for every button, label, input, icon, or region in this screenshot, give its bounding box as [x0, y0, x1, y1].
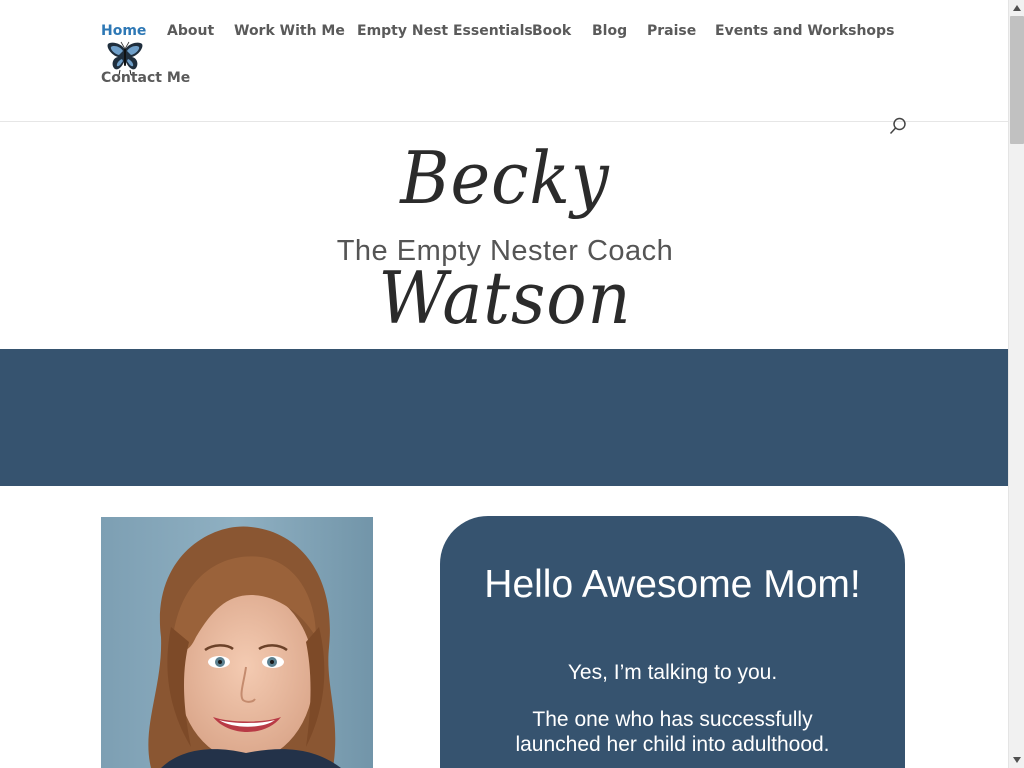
scrollbar-thumb[interactable]	[1010, 16, 1024, 144]
nav-item-blog[interactable]: Blog	[592, 22, 627, 40]
nav-item-praise[interactable]: Praise	[647, 22, 696, 40]
welcome-title: Hello Awesome Mom!	[484, 563, 861, 606]
portrait-photo	[101, 517, 373, 768]
scroll-down-arrow-icon[interactable]	[1009, 752, 1024, 768]
nav-item-empty-nest-essentials[interactable]: Empty Nest Essentials	[357, 22, 533, 40]
butterfly-icon[interactable]	[106, 40, 144, 76]
vertical-scrollbar[interactable]	[1008, 0, 1024, 768]
welcome-subtitle: Yes, I’m talking to you.	[567, 661, 778, 684]
search-icon[interactable]	[888, 116, 908, 136]
nav-item-book[interactable]: Book	[532, 22, 571, 40]
nav-item-about[interactable]: About	[167, 22, 214, 40]
nav-item-events-and-workshops[interactable]: Events and Workshops	[715, 22, 894, 40]
nav-item-home[interactable]: Home	[101, 22, 146, 40]
scroll-up-arrow-icon[interactable]	[1009, 0, 1024, 16]
site-header: Home About Work With Me Empty Nest Essen…	[0, 0, 1008, 135]
welcome-text: The one who has successfully launched he…	[515, 708, 830, 756]
hero-banner	[0, 349, 1008, 486]
nav-item-work-with-me[interactable]: Work With Me	[234, 22, 345, 40]
welcome-card: Hello Awesome Mom! Yes, I’m talking to y…	[440, 516, 905, 768]
brand-tagline: The Empty Nester Coach	[336, 235, 674, 267]
